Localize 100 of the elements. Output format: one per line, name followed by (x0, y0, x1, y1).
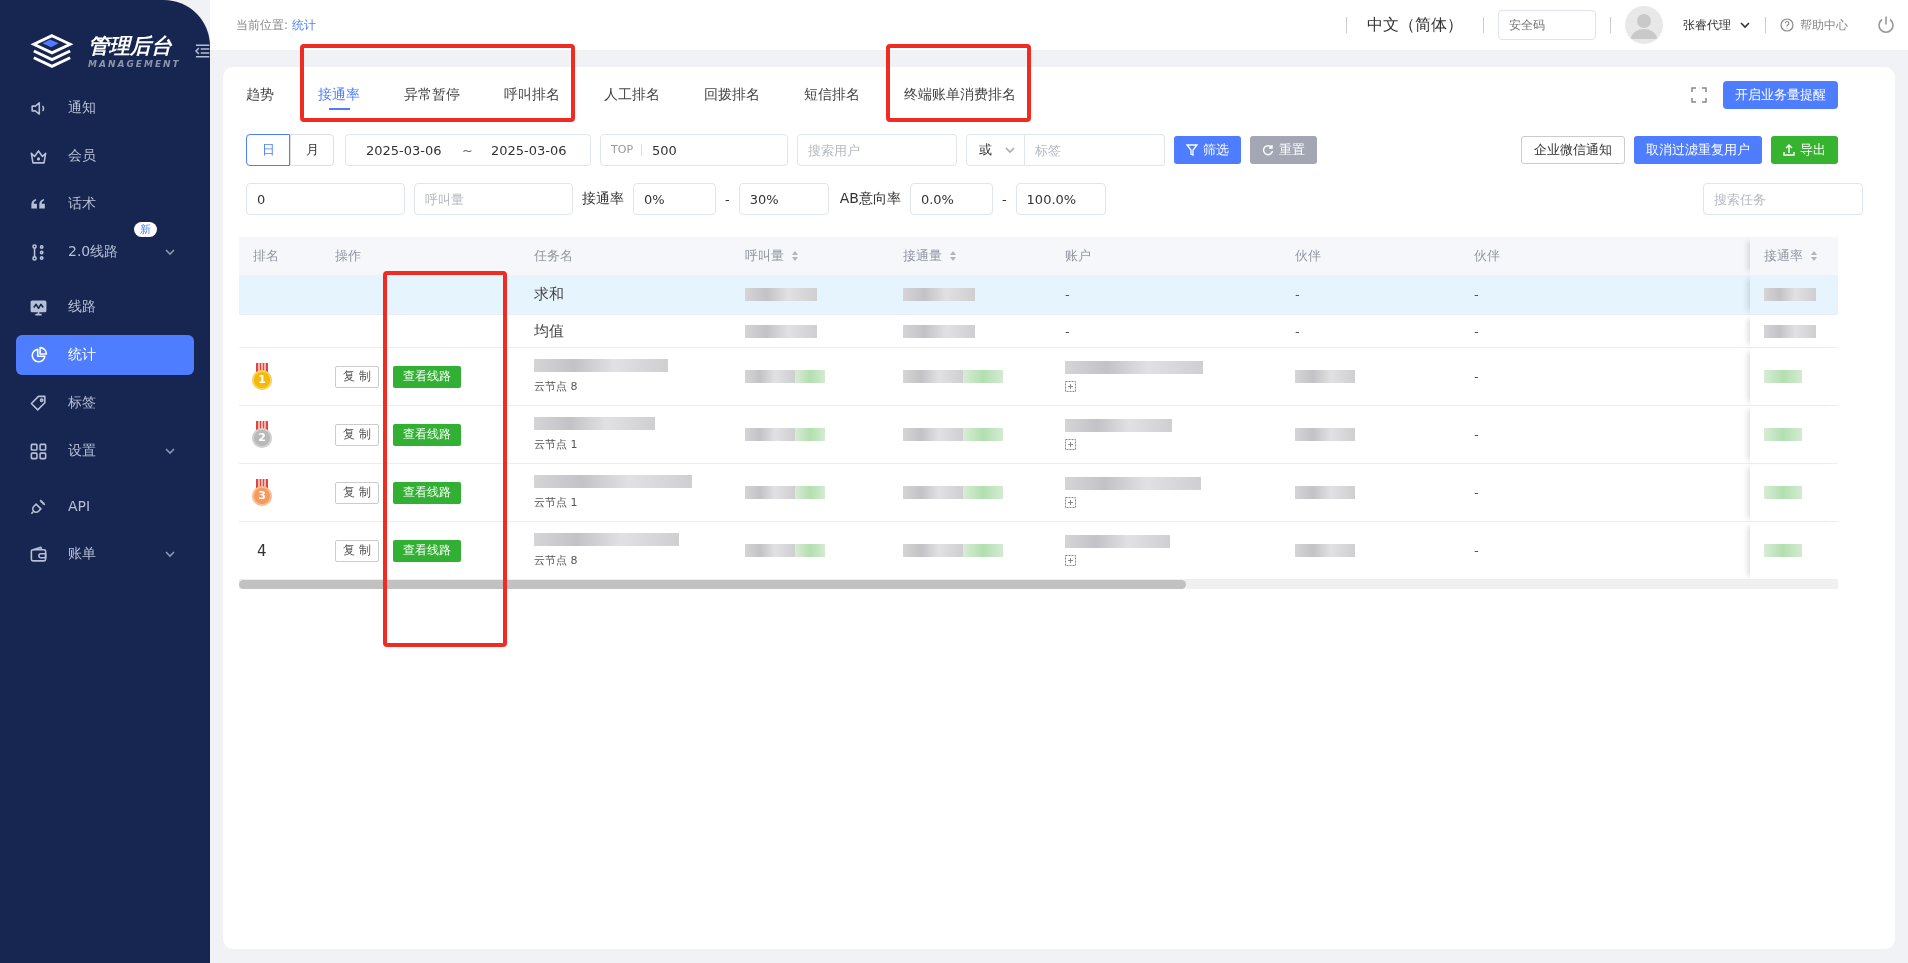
rank-medal: 3 (252, 479, 272, 506)
tab[interactable]: 短信排名 (804, 80, 860, 110)
sidebar-item[interactable]: API (16, 486, 194, 526)
table-cell: - (1295, 323, 1300, 339)
sidebar-item[interactable]: 统计 (16, 335, 194, 375)
table-cell: - (1474, 543, 1479, 558)
input-field[interactable]: 搜索用户 (797, 134, 957, 166)
enable-alert-button[interactable]: 开启业务量提醒 (1723, 81, 1838, 109)
wechat-notify-button[interactable]: 企业微信通知 (1521, 136, 1625, 164)
ab-rate-label: AB意向率 (839, 190, 901, 208)
sidebar-item[interactable]: 会员 (16, 136, 194, 176)
monitor-icon (29, 297, 48, 317)
blurred-text (1295, 428, 1355, 441)
tab[interactable]: 呼叫排名 (504, 80, 560, 110)
tab[interactable]: 人工排名 (604, 80, 660, 110)
node-label: 云节点 1 (534, 437, 578, 452)
blurred-text (745, 288, 817, 301)
sort-icon[interactable] (791, 250, 799, 262)
collapse-menu-icon[interactable] (194, 44, 210, 58)
help-icon[interactable] (1780, 18, 1794, 32)
input-field[interactable]: 0.0% (909, 183, 993, 215)
period-button[interactable]: 日 (246, 134, 290, 166)
power-icon[interactable] (1876, 15, 1896, 35)
tab[interactable]: 异常暂停 (404, 80, 460, 110)
pie-chart-icon (29, 345, 48, 365)
expand-icon[interactable] (1065, 555, 1076, 566)
blurred-text (903, 288, 975, 301)
cancel-dedupe-button[interactable]: 取消过滤重复用户 (1634, 136, 1762, 164)
logo-icon (30, 33, 74, 69)
column-header: 伙伴 (1295, 247, 1321, 265)
blurred-text (1764, 288, 1816, 301)
top-field[interactable]: TOP 500 (600, 134, 788, 166)
copy-button[interactable]: 复制 (335, 365, 379, 388)
input-field[interactable]: 呼叫量 (414, 183, 573, 215)
logo-subtitle: MANAGEMENT (87, 58, 181, 70)
new-badge: 新 (134, 222, 157, 237)
tab[interactable]: 接通率 (318, 80, 360, 110)
table-cell: 均值 (534, 321, 564, 341)
range-separator: - (1001, 191, 1007, 207)
blurred-text (1764, 370, 1802, 383)
node-label: 云节点 8 (534, 379, 578, 394)
sidebar-item[interactable]: 线路 (16, 287, 194, 327)
avatar (1625, 6, 1663, 44)
expand-icon[interactable] (1065, 497, 1076, 508)
scrollbar-thumb[interactable] (239, 580, 1186, 589)
column-header: 接通率 (1764, 247, 1803, 265)
rank-medal: 2 (252, 421, 272, 448)
sidebar-item[interactable]: 话术 (16, 184, 194, 224)
chevron-down-icon (164, 548, 176, 560)
chevron-down-icon (1739, 19, 1751, 31)
user-name[interactable]: 张睿代理 (1683, 16, 1731, 34)
tab[interactable]: 趋势 (246, 80, 274, 110)
copy-button[interactable]: 复制 (335, 423, 379, 446)
table-cell: - (1474, 369, 1479, 384)
table-cell: - (1474, 485, 1479, 500)
breadcrumb-link[interactable]: 统计 (292, 16, 317, 34)
tab[interactable]: 终端账单消费排名 (904, 80, 1016, 110)
input-field[interactable]: 30% (738, 183, 829, 215)
sidebar-item[interactable]: 标签 (16, 383, 194, 423)
upload-icon (1783, 144, 1795, 156)
input-field[interactable]: 搜索任务 (1703, 183, 1863, 215)
sidebar-item[interactable]: 账单 (16, 534, 194, 574)
sidebar-item[interactable]: 设置 (16, 431, 194, 471)
blurred-text (903, 324, 975, 338)
expand-icon[interactable] (1065, 439, 1076, 450)
rate-label: 接通率 (582, 190, 624, 208)
sidebar-item[interactable]: 通知 (16, 88, 194, 128)
breadcrumb-label: 当前位置: (236, 16, 289, 34)
input-field[interactable]: 100.0% (1015, 183, 1106, 215)
blurred-text (1764, 544, 1802, 557)
sort-icon[interactable] (1810, 250, 1818, 262)
fullscreen-icon[interactable] (1691, 87, 1707, 103)
help-link[interactable]: 帮助中心 (1800, 16, 1848, 34)
blurred-text (1764, 486, 1802, 499)
rank-number: 4 (256, 541, 267, 560)
expand-icon[interactable] (1065, 381, 1076, 392)
grid-icon (29, 441, 48, 461)
period-button[interactable]: 月 (290, 134, 334, 166)
filter-button[interactable]: 筛选 (1174, 136, 1241, 164)
blurred-text (1764, 428, 1802, 441)
copy-button[interactable]: 复制 (335, 481, 379, 504)
date-range-field[interactable]: 2025-03-06 ~ 2025-03-06 (345, 134, 591, 166)
security-code-field[interactable]: 安全码 (1498, 10, 1596, 40)
table-cell: - (1474, 287, 1479, 302)
language-selector[interactable]: 中文（简体） (1367, 14, 1463, 36)
table-cell: - (1474, 427, 1479, 442)
node-label: 云节点 1 (534, 495, 578, 510)
input-field[interactable]: 0% (633, 183, 716, 215)
blurred-text (1295, 544, 1355, 557)
column-header: 呼叫量 (745, 247, 784, 265)
column-header: 操作 (335, 247, 361, 265)
sort-icon[interactable] (949, 250, 957, 262)
tag-field[interactable]: 标签 (1025, 134, 1165, 166)
range-separator: - (725, 191, 730, 207)
input-field[interactable]: 0 (246, 183, 405, 215)
copy-button[interactable]: 复制 (335, 539, 379, 562)
node-label: 云节点 8 (534, 553, 578, 568)
tab[interactable]: 回拨排名 (704, 80, 760, 110)
table-cell: 求和 (534, 285, 564, 304)
logic-select[interactable]: 或 (966, 134, 1025, 166)
